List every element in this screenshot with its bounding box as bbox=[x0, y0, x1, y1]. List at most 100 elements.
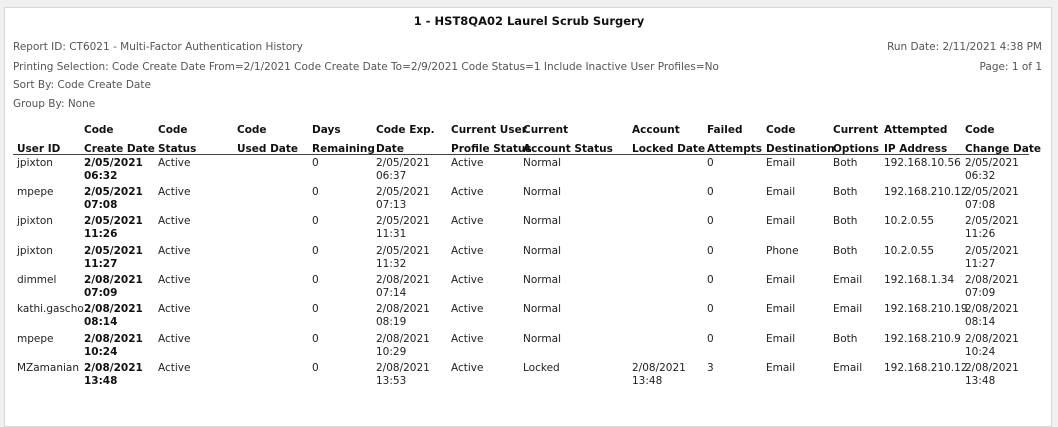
cell-exp-date-time: 10:29 bbox=[376, 346, 407, 358]
cell-exp-date-date: 2/05/2021 bbox=[376, 245, 430, 257]
cell-create-date-time: 11:26 bbox=[84, 228, 118, 240]
cell-create-date-time: 11:27 bbox=[84, 258, 118, 270]
cell-account-status: Normal bbox=[523, 215, 561, 227]
page-number: Page: 1 of 1 bbox=[979, 61, 1042, 73]
cell-change-date-time: 11:26 bbox=[965, 228, 996, 240]
cell-locked-date-date: 2/08/2021 bbox=[632, 362, 686, 374]
cell-change-date-time: 13:48 bbox=[965, 375, 996, 387]
cell-account-status: Normal bbox=[523, 303, 561, 315]
cell-create-date-date: 2/08/2021 bbox=[84, 333, 143, 345]
cell-exp-date-date: 2/08/2021 bbox=[376, 274, 430, 286]
cell-options: Both bbox=[833, 186, 858, 198]
cell-failed-attempts: 0 bbox=[707, 215, 714, 227]
col-header-days-remaining-line1: Days bbox=[312, 124, 341, 136]
cell-profile-status: Active bbox=[451, 186, 484, 198]
cell-user-id: MZamanian bbox=[17, 362, 80, 374]
cell-user-id: jpixton bbox=[17, 245, 53, 257]
cell-exp-date-date: 2/08/2021 bbox=[376, 333, 430, 345]
col-header-exp-date-line1: Code Exp. bbox=[376, 124, 435, 136]
cell-ip-address: 192.168.210.9 bbox=[884, 333, 961, 345]
cell-options: Both bbox=[833, 157, 858, 169]
cell-days-remaining: 0 bbox=[312, 157, 319, 169]
cell-change-date-date: 2/08/2021 bbox=[965, 362, 1019, 374]
cell-options: Email bbox=[833, 274, 863, 286]
cell-create-date-time: 06:32 bbox=[84, 170, 118, 182]
cell-failed-attempts: 0 bbox=[707, 186, 714, 198]
cell-create-date-time: 10:24 bbox=[84, 346, 118, 358]
cell-destination: Email bbox=[766, 215, 796, 227]
cell-change-date-date: 2/05/2021 bbox=[965, 245, 1019, 257]
cell-profile-status: Active bbox=[451, 303, 484, 315]
cell-exp-date-date: 2/08/2021 bbox=[376, 362, 430, 374]
cell-change-date-time: 10:24 bbox=[965, 346, 996, 358]
cell-ip-address: 192.168.1.34 bbox=[884, 274, 955, 286]
cell-code-status: Active bbox=[158, 303, 191, 315]
cell-ip-address: 10.2.0.55 bbox=[884, 215, 935, 227]
cell-profile-status: Active bbox=[451, 215, 484, 227]
cell-options: Both bbox=[833, 333, 858, 345]
col-header-failed-attempts-line2: Attempts bbox=[707, 143, 763, 155]
cell-account-status: Locked bbox=[523, 362, 560, 374]
col-header-account-status-line1: Current bbox=[523, 124, 569, 136]
cell-failed-attempts: 0 bbox=[707, 157, 714, 169]
cell-change-date-date: 2/08/2021 bbox=[965, 333, 1019, 345]
col-header-create-date-line1: Code bbox=[84, 124, 114, 136]
cell-create-date-date: 2/05/2021 bbox=[84, 157, 143, 169]
cell-exp-date-time: 07:14 bbox=[376, 287, 407, 299]
cell-destination: Email bbox=[766, 157, 796, 169]
cell-exp-date-time: 11:31 bbox=[376, 228, 407, 240]
col-header-code-status-line1: Code bbox=[158, 124, 188, 136]
cell-change-date-time: 07:08 bbox=[965, 199, 996, 211]
cell-destination: Email bbox=[766, 362, 796, 374]
sort-by: Sort By: Code Create Date bbox=[13, 79, 151, 91]
cell-account-status: Normal bbox=[523, 245, 561, 257]
cell-change-date-time: 06:32 bbox=[965, 170, 996, 182]
cell-exp-date-time: 11:32 bbox=[376, 258, 407, 270]
cell-options: Both bbox=[833, 215, 858, 227]
col-header-options-line1: Current bbox=[833, 124, 879, 136]
printing-selection: Printing Selection: Code Create Date Fro… bbox=[13, 61, 719, 73]
cell-account-status: Normal bbox=[523, 186, 561, 198]
cell-failed-attempts: 0 bbox=[707, 274, 714, 286]
col-header-days-remaining-line2: Remaining bbox=[312, 143, 375, 155]
cell-change-date-time: 07:09 bbox=[965, 287, 996, 299]
col-header-locked-date-line1: Account bbox=[632, 124, 680, 136]
cell-create-date-date: 2/05/2021 bbox=[84, 186, 143, 198]
cell-code-status: Active bbox=[158, 245, 191, 257]
cell-create-date-time: 07:09 bbox=[84, 287, 118, 299]
cell-code-status: Active bbox=[158, 333, 191, 345]
cell-change-date-date: 2/05/2021 bbox=[965, 157, 1019, 169]
cell-exp-date-date: 2/05/2021 bbox=[376, 215, 430, 227]
cell-exp-date-date: 2/08/2021 bbox=[376, 303, 430, 315]
run-date: Run Date: 2/11/2021 4:38 PM bbox=[887, 41, 1042, 53]
cell-options: Email bbox=[833, 303, 863, 315]
report-title: 1 - HST8QA02 Laurel Scrub Surgery bbox=[413, 14, 645, 28]
col-header-locked-date-line2: Locked Date bbox=[632, 143, 706, 155]
group-by: Group By: None bbox=[13, 98, 96, 110]
col-header-profile-status-line1: Current User bbox=[451, 124, 527, 136]
cell-profile-status: Active bbox=[451, 157, 484, 169]
cell-destination: Email bbox=[766, 274, 796, 286]
cell-profile-status: Active bbox=[451, 245, 484, 257]
cell-code-status: Active bbox=[158, 362, 191, 374]
cell-change-date-date: 2/08/2021 bbox=[965, 274, 1019, 286]
cell-failed-attempts: 3 bbox=[707, 362, 714, 374]
cell-destination: Phone bbox=[766, 245, 799, 257]
col-header-ip-address-line1: Attempted bbox=[884, 124, 948, 136]
cell-days-remaining: 0 bbox=[312, 274, 319, 286]
cell-ip-address: 192.168.210.12 bbox=[884, 186, 968, 198]
cell-ip-address: 192.168.10.56 bbox=[884, 157, 961, 169]
cell-exp-date-date: 2/05/2021 bbox=[376, 157, 430, 169]
cell-user-id: mpepe bbox=[17, 186, 54, 198]
cell-create-date-date: 2/08/2021 bbox=[84, 362, 143, 374]
col-header-destination-line1: Code bbox=[766, 124, 796, 136]
cell-create-date-date: 2/05/2021 bbox=[84, 215, 143, 227]
cell-create-date-time: 08:14 bbox=[84, 316, 118, 328]
cell-exp-date-time: 06:37 bbox=[376, 170, 407, 182]
cell-profile-status: Active bbox=[451, 274, 484, 286]
cell-failed-attempts: 0 bbox=[707, 333, 714, 345]
cell-failed-attempts: 0 bbox=[707, 245, 714, 257]
cell-change-date-time: 11:27 bbox=[965, 258, 996, 270]
cell-code-status: Active bbox=[158, 157, 191, 169]
cell-change-date-date: 2/05/2021 bbox=[965, 186, 1019, 198]
